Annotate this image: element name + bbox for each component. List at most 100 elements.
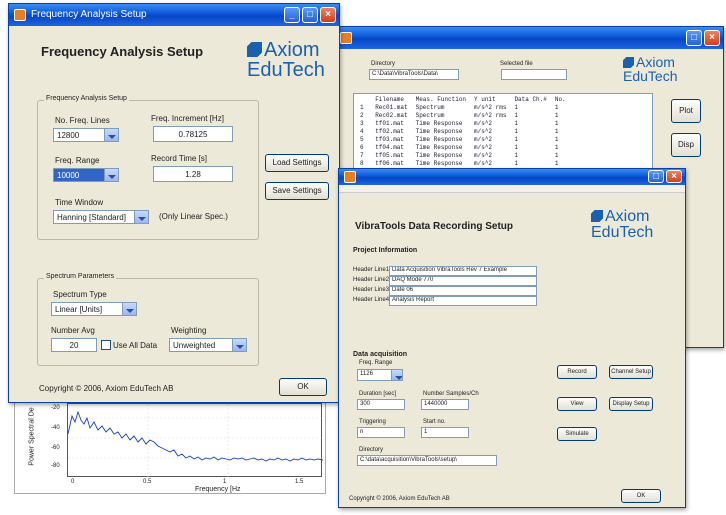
- plot-button[interactable]: Plot: [671, 99, 701, 123]
- chevron-down-icon: [104, 169, 118, 181]
- no-freq-lines-select[interactable]: 12800: [53, 128, 119, 142]
- freq-range-select[interactable]: 10000: [53, 168, 119, 182]
- record-time-label: Record Time [s]: [151, 154, 208, 163]
- table-cell: Spectrum: [415, 112, 445, 119]
- triggering-label: Triggering: [359, 419, 386, 425]
- display-setup-button[interactable]: Display Setup: [609, 397, 653, 411]
- spectrum-line: [68, 404, 323, 478]
- column-header[interactable]: Data Ch.#: [510, 96, 550, 104]
- channel-setup-button[interactable]: Channel Setup: [609, 365, 653, 379]
- freq-range-select[interactable]: 1126: [357, 369, 403, 381]
- time-window-select[interactable]: Hanning [Standard]: [53, 210, 149, 224]
- start-no-label: Start no.: [423, 419, 446, 425]
- page-title: Frequency Analysis Setup: [41, 44, 204, 59]
- recording-setup-titlebar[interactable]: [339, 169, 685, 185]
- save-settings-button[interactable]: Save Settings: [265, 182, 329, 200]
- group-legend: Spectrum Parameters: [44, 273, 117, 280]
- table-row[interactable]: 6 tf04.mat Time Response m/s^2 1 1: [356, 144, 570, 152]
- chevron-down-icon: [122, 303, 136, 315]
- column-header[interactable]: [356, 96, 371, 104]
- ok-button[interactable]: OK: [621, 489, 661, 503]
- load-settings-button[interactable]: Load Settings: [265, 154, 329, 172]
- duration-field[interactable]: 300: [357, 399, 405, 410]
- header-line-field[interactable]: DAQ Mode 770: [389, 276, 537, 286]
- table-row[interactable]: 3 tf01.mat Time Response m/s^2 1 1: [356, 120, 570, 128]
- maximize-icon: □: [690, 32, 698, 43]
- maximize-icon: □: [306, 9, 314, 20]
- table-header-row: Filename Meas. Function Y unit Data Ch.# No.: [356, 96, 570, 104]
- close-button[interactable]: ×: [704, 30, 720, 46]
- maximize-button[interactable]: □: [648, 170, 664, 183]
- freq-increment-label: Freq. Increment [Hz]: [151, 114, 224, 123]
- file-browser-titlebar[interactable]: [335, 27, 723, 49]
- group-legend: Frequency Analysis Setup: [44, 95, 129, 102]
- axiom-logo: Axiom EduTech: [623, 54, 678, 84]
- table-cell: tf04.mat: [375, 144, 405, 151]
- header-line-field[interactable]: Data Acquisition VibraTools Rev 7 Exampl…: [389, 266, 537, 276]
- table-cell: Rec01.mat: [375, 104, 408, 111]
- table-cell: 1: [514, 152, 519, 159]
- simulate-button[interactable]: Simulate: [557, 427, 597, 441]
- close-button[interactable]: ×: [320, 7, 336, 23]
- header-line-label: Header Line1: [353, 267, 390, 273]
- directory-field[interactable]: C:\data\acquisition\VibraTools\setup\: [357, 455, 497, 466]
- copyright-text: Copyright © 2006, Axiom EduTech AB: [349, 496, 450, 502]
- selected-file-field[interactable]: [501, 69, 567, 80]
- table-row[interactable]: 1 Rec01.mat Spectrum m/s^2 rms 1 1: [356, 104, 570, 112]
- time-window-note: (Only Linear Spec.): [159, 212, 228, 221]
- directory-label: Directory: [371, 61, 396, 67]
- ytick-label: -40: [51, 425, 60, 431]
- table-row[interactable]: 4 tf02.mat Time Response m/s^2 1 1: [356, 128, 570, 136]
- spectrum-type-select[interactable]: Linear [Units]: [51, 302, 137, 316]
- close-icon: ×: [671, 171, 677, 182]
- table-cell: Time Response: [415, 136, 463, 143]
- axiom-logo: Axiom EduTech: [247, 39, 325, 81]
- chevron-down-icon: [232, 339, 246, 351]
- minimize-button[interactable]: _: [284, 7, 300, 23]
- record-button[interactable]: Record: [557, 365, 597, 379]
- xtick-label: 1: [223, 479, 227, 485]
- table-cell: m/s^2 rms: [474, 112, 507, 119]
- number-avg-field[interactable]: 20: [51, 338, 97, 352]
- column-header[interactable]: Filename: [371, 96, 411, 104]
- axiom-logo: Axiom EduTech: [591, 208, 654, 241]
- table-row[interactable]: 5 tf03.mat Time Response m/s^2 1 1: [356, 136, 570, 144]
- view-button[interactable]: View: [557, 397, 597, 411]
- record-time-field[interactable]: 1.28: [153, 166, 233, 182]
- freq-increment-field[interactable]: 0.78125: [153, 126, 233, 142]
- use-all-data-checkbox[interactable]: [101, 340, 111, 350]
- directory-label: Directory: [359, 447, 384, 453]
- app-icon: [344, 171, 356, 183]
- maximize-button[interactable]: □: [686, 30, 702, 46]
- number-samples-field[interactable]: 1440000: [421, 399, 469, 410]
- copyright-text: Copyright © 2006, Axiom EduTech AB: [39, 384, 174, 393]
- table-cell: m/s^2: [474, 120, 493, 127]
- table-cell: tf01.mat: [375, 120, 405, 127]
- disp-button[interactable]: Disp: [671, 133, 701, 157]
- table-row[interactable]: 8 tf06.mat Time Response m/s^2 1 1: [356, 160, 570, 168]
- directory-field[interactable]: C:\Data\VibraTools\Data\: [369, 69, 459, 80]
- header-line-field[interactable]: Analysis Report: [389, 296, 537, 306]
- triggering-field[interactable]: n: [357, 427, 405, 438]
- xtick-label: 0: [71, 479, 75, 485]
- page-title: VibraTools Data Recording Setup: [355, 221, 513, 232]
- spectrum-plot-window: Power Spectral De -20 -40 -60 -80 0 0.5 …: [14, 392, 326, 494]
- maximize-button[interactable]: □: [302, 7, 318, 23]
- table-cell: tf05.mat: [375, 152, 405, 159]
- table-cell: m/s^2: [474, 128, 493, 135]
- table-row[interactable]: 2 Rec02.mat Spectrum m/s^2 rms 1 1: [356, 112, 570, 120]
- header-line-field[interactable]: Date 06: [389, 286, 537, 296]
- start-no-field[interactable]: 1: [421, 427, 469, 438]
- recording-setup-window: × □ VibraTools Data Recording Setup Axio…: [338, 168, 686, 508]
- close-button[interactable]: ×: [666, 170, 682, 183]
- table-cell: Time Response: [415, 160, 463, 167]
- use-all-data-label: Use All Data: [113, 341, 158, 350]
- weighting-select[interactable]: Unweighted: [169, 338, 247, 352]
- table-row[interactable]: 7 tf05.mat Time Response m/s^2 1 1: [356, 152, 570, 160]
- column-header[interactable]: Meas. Function: [412, 96, 470, 104]
- ok-button[interactable]: OK: [279, 378, 327, 396]
- column-header[interactable]: Y unit: [470, 96, 510, 104]
- column-header[interactable]: No.: [551, 96, 570, 104]
- ytick-label: -60: [51, 445, 60, 451]
- chevron-down-icon: [391, 370, 402, 380]
